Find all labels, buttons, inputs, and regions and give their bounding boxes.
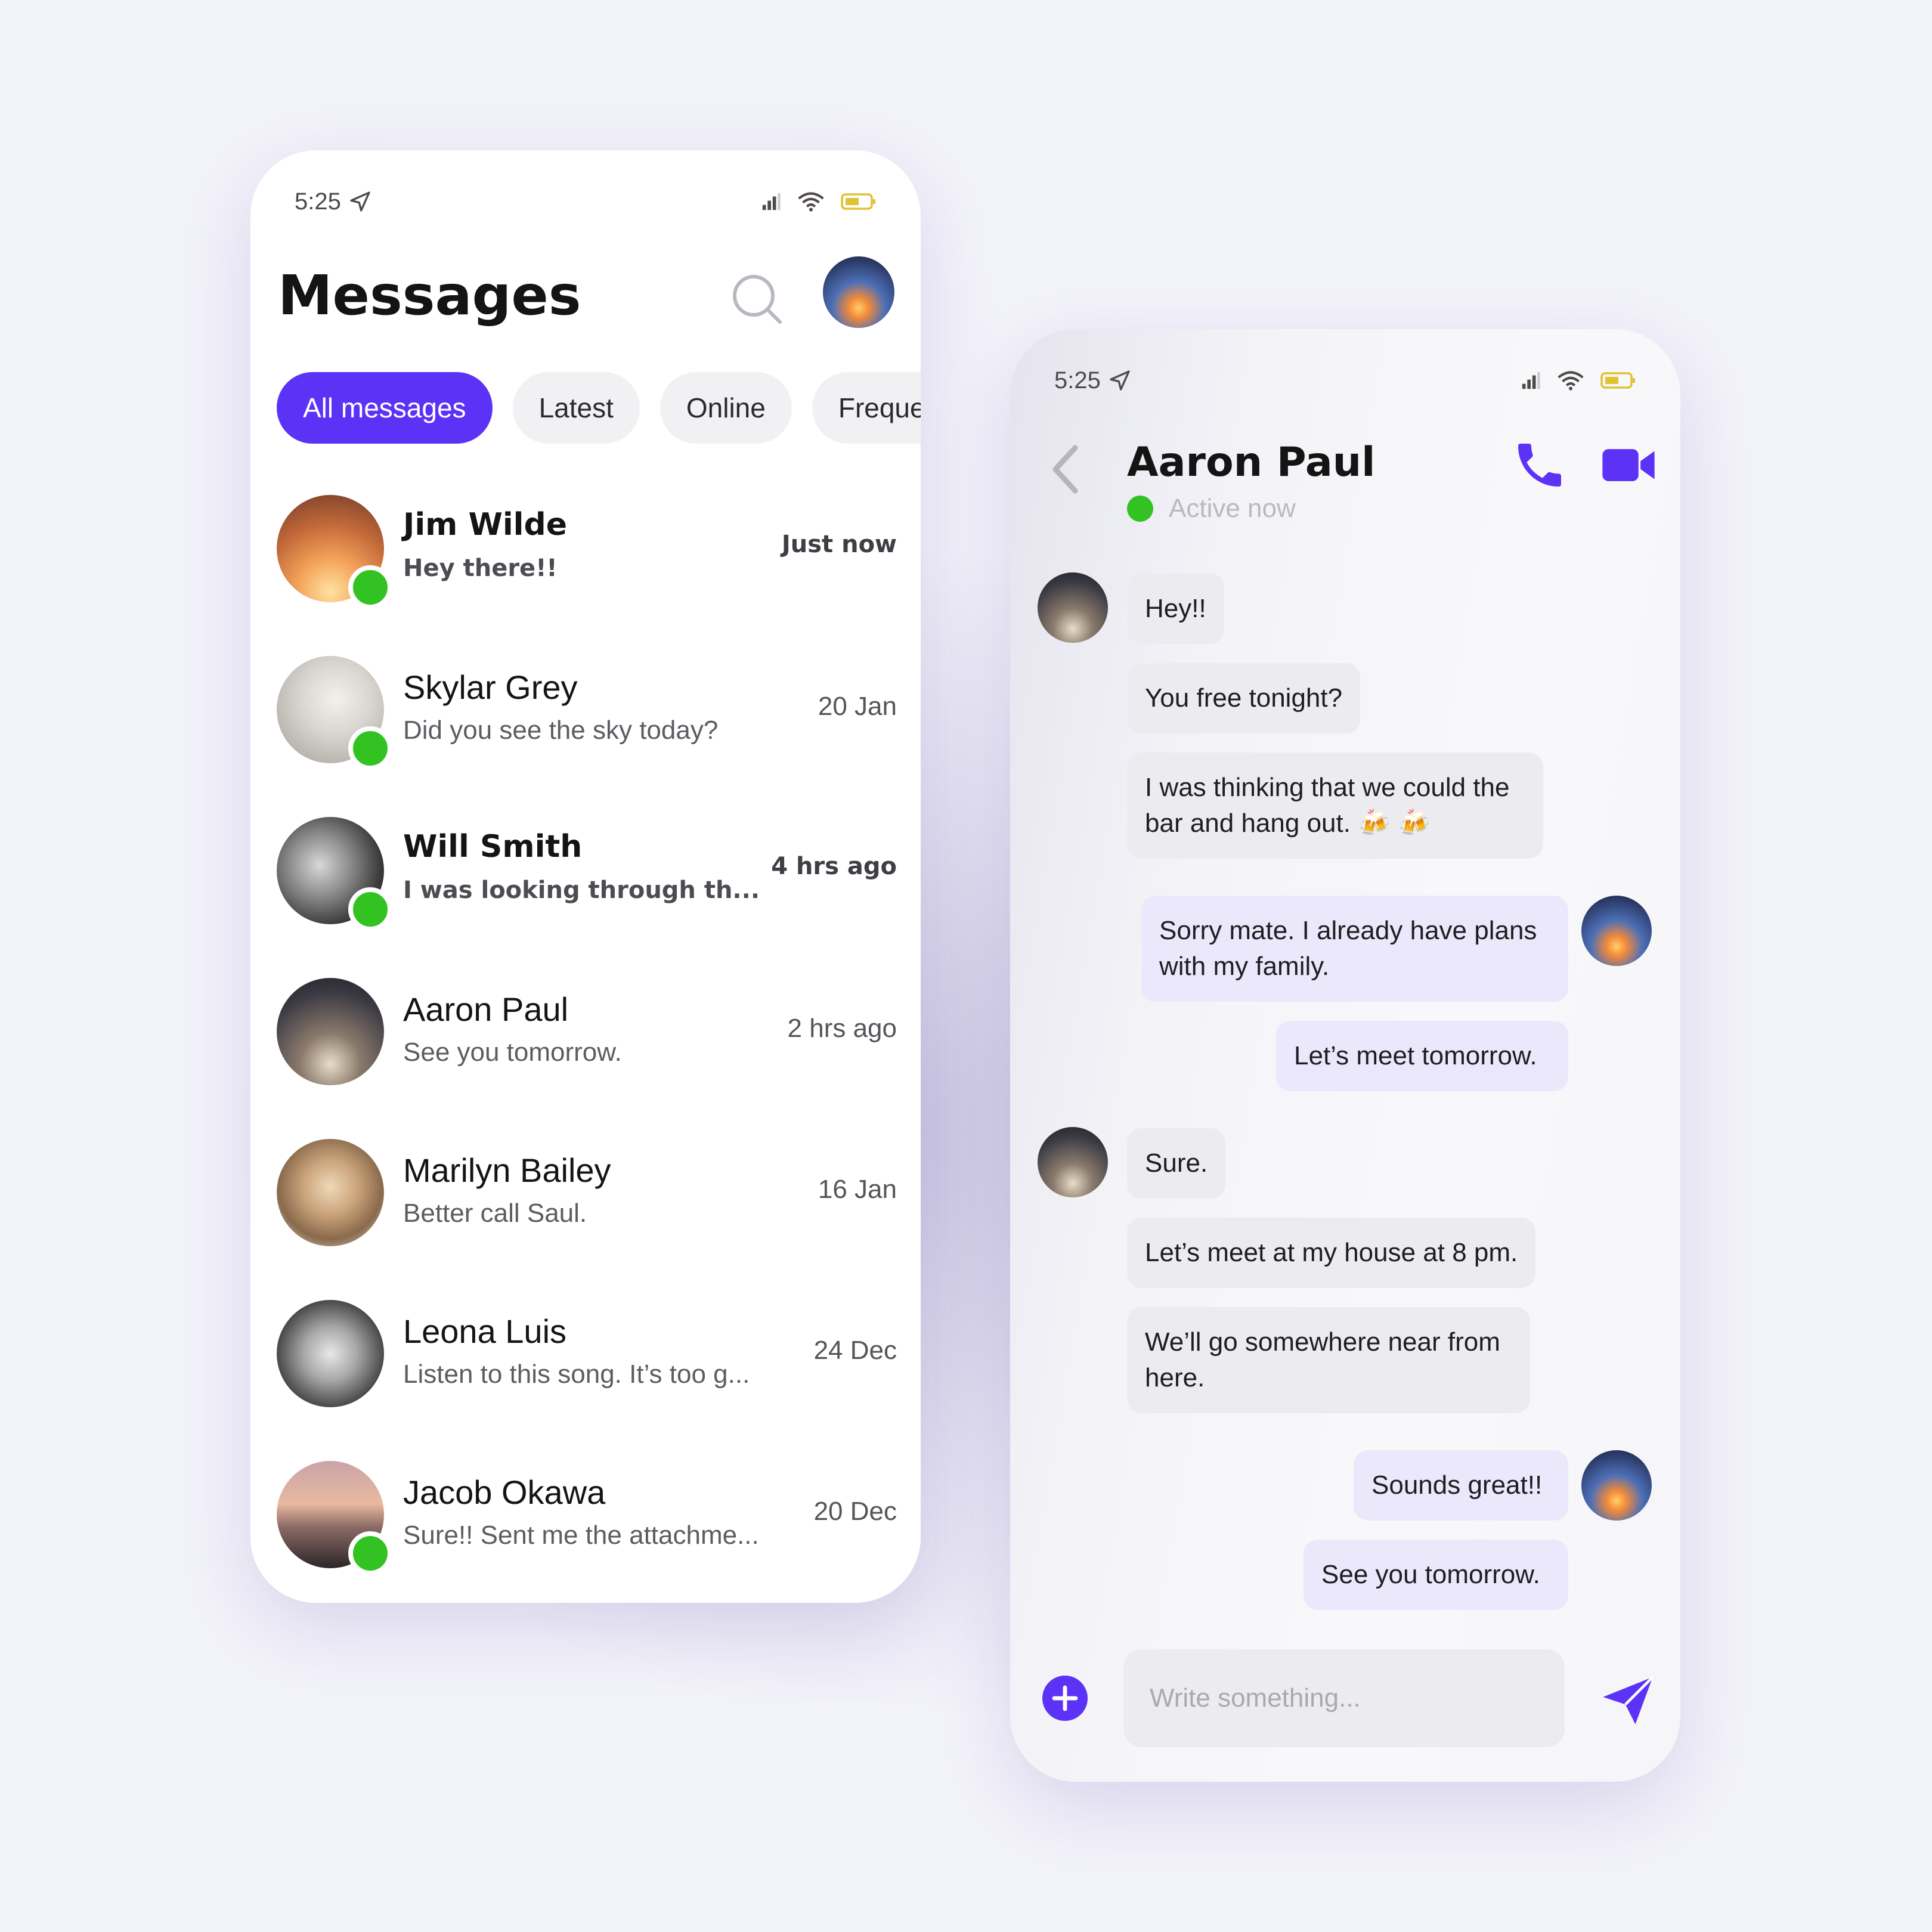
- signal-icon: [762, 193, 781, 210]
- contact-name: Will Smith: [403, 829, 583, 865]
- message-bubble-incoming: You free tonight?: [1127, 663, 1361, 733]
- conversation-item-leona-luis[interactable]: Leona Luis Listen to this song. It’s too…: [277, 1300, 897, 1461]
- message-time: 2 hrs ago: [787, 1014, 897, 1043]
- location-arrow-icon: [1110, 370, 1130, 391]
- avatar: [277, 1300, 384, 1407]
- online-indicator: [348, 726, 392, 770]
- contact-avatar: [1038, 572, 1108, 643]
- status-time-group: 5:25: [295, 188, 372, 215]
- message-bubble-incoming: I was thinking that we could the bar and…: [1127, 753, 1543, 859]
- tab-all-messages[interactable]: All messages: [277, 372, 493, 444]
- conversation-item-jacob-okawa[interactable]: Jacob Okawa Sure!! Sent me the attachme.…: [277, 1461, 897, 1603]
- message-time: 16 Jan: [818, 1175, 897, 1204]
- send-icon[interactable]: [1598, 1670, 1658, 1729]
- chat-contact-name: Aaron Paul: [1127, 439, 1376, 486]
- conversation-item-jim-wilde[interactable]: Jim Wilde Hey there!! Just now: [277, 495, 897, 656]
- phone-call-icon[interactable]: [1511, 436, 1568, 494]
- message-input[interactable]: [1123, 1649, 1565, 1747]
- my-avatar: [1581, 896, 1652, 966]
- online-indicator: [348, 887, 392, 931]
- contact-name: Aaron Paul: [403, 990, 569, 1028]
- status-time: 5:25: [295, 188, 341, 215]
- wifi-icon: [798, 192, 824, 212]
- contact-name: Jim Wilde: [403, 507, 567, 543]
- messages-list-screen: 5:25 Messages All messages Latest Online…: [250, 150, 921, 1603]
- message-time: 20 Jan: [818, 692, 897, 721]
- presence-status: Active now: [1127, 494, 1296, 524]
- message-preview: See you tomorrow.: [403, 1038, 622, 1067]
- message-preview: Did you see the sky today?: [403, 716, 719, 745]
- conversation-item-aaron-paul[interactable]: Aaron Paul See you tomorrow. 2 hrs ago: [277, 978, 897, 1139]
- avatar: [277, 978, 384, 1085]
- message-preview: Sure!! Sent me the attachme...: [403, 1521, 759, 1550]
- online-indicator: [348, 565, 392, 609]
- message-bubble-incoming: We’ll go somewhere near from here.: [1127, 1307, 1530, 1413]
- message-bubble-incoming: Let’s meet at my house at 8 pm.: [1127, 1218, 1536, 1288]
- add-attachment-icon[interactable]: [1041, 1674, 1089, 1722]
- status-time-group: 5:25: [1054, 367, 1132, 394]
- conversation-item-marilyn-bailey[interactable]: Marilyn Bailey Better call Saul. 16 Jan: [277, 1139, 897, 1300]
- contact-name: Skylar Grey: [403, 668, 578, 706]
- wifi-icon: [1558, 371, 1584, 391]
- online-indicator: [1127, 496, 1153, 522]
- status-bar: 5:25: [295, 184, 877, 219]
- profile-avatar[interactable]: [823, 256, 894, 328]
- battery-icon: [841, 193, 875, 210]
- tab-latest[interactable]: Latest: [512, 372, 640, 444]
- message-bubble-incoming: Sure.: [1127, 1128, 1226, 1199]
- message-bubble-outgoing: Sounds great!!: [1354, 1450, 1568, 1521]
- avatar: [277, 1139, 384, 1246]
- message-time: 4 hrs ago: [771, 853, 897, 880]
- message-preview: I was looking through th...: [403, 877, 760, 904]
- contact-avatar: [1038, 1127, 1108, 1197]
- presence-text: Active now: [1169, 494, 1296, 523]
- message-preview: Better call Saul.: [403, 1199, 587, 1228]
- conversation-list: Jim Wilde Hey there!! Just now Skylar Gr…: [277, 495, 897, 1603]
- filter-tabs: All messages Latest Online Frequen: [277, 372, 921, 444]
- contact-name: Marilyn Bailey: [403, 1151, 611, 1189]
- message-time: 24 Dec: [813, 1336, 897, 1365]
- contact-name: Leona Luis: [403, 1312, 567, 1350]
- my-avatar: [1581, 1450, 1652, 1521]
- back-chevron-icon[interactable]: [1048, 442, 1084, 496]
- conversation-item-skylar-grey[interactable]: Skylar Grey Did you see the sky today? 2…: [277, 656, 897, 817]
- message-bubble-outgoing: Let’s meet tomorrow.: [1276, 1021, 1568, 1091]
- message-bubble-incoming: Hey!!: [1127, 574, 1224, 644]
- page-title: Messages: [278, 264, 581, 327]
- message-bubble-outgoing: Sorry mate. I already have plans with my…: [1141, 896, 1568, 1002]
- tab-online[interactable]: Online: [660, 372, 792, 444]
- location-arrow-icon: [350, 191, 370, 212]
- status-time: 5:25: [1054, 367, 1101, 394]
- status-bar: 5:25: [1054, 363, 1636, 398]
- chat-screen: 5:25 Aaron Paul Active now Hey!! You fre…: [1010, 329, 1680, 1782]
- message-time: 20 Dec: [813, 1497, 897, 1526]
- battery-icon: [1600, 372, 1635, 389]
- message-time: Just now: [781, 531, 897, 558]
- online-indicator: [348, 1531, 392, 1575]
- message-preview: Listen to this song. It’s too g...: [403, 1360, 750, 1389]
- signal-icon: [1522, 371, 1540, 389]
- contact-name: Jacob Okawa: [403, 1473, 606, 1511]
- tab-frequent[interactable]: Frequen: [812, 372, 921, 444]
- message-bubble-outgoing: See you tomorrow.: [1304, 1540, 1568, 1610]
- video-call-icon[interactable]: [1600, 440, 1657, 490]
- search-icon[interactable]: [727, 270, 785, 327]
- message-preview: Hey there!!: [403, 555, 558, 582]
- conversation-item-will-smith[interactable]: Will Smith I was looking through th... 4…: [277, 817, 897, 978]
